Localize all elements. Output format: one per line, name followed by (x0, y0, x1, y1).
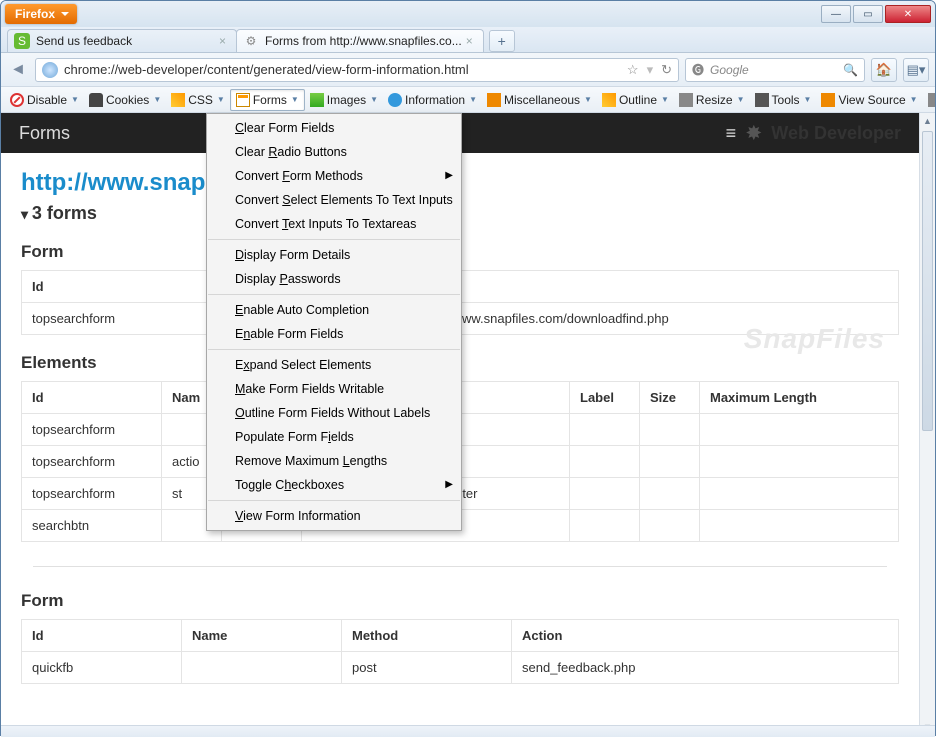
wd-css[interactable]: CSS▼ (166, 89, 230, 111)
col-name: Name (182, 620, 342, 652)
col-label: Label (570, 382, 640, 414)
navigation-bar: ◄ chrome://web-developer/content/generat… (1, 53, 935, 87)
disable-icon (10, 93, 24, 107)
window-status-bar (1, 725, 935, 736)
divider (33, 566, 887, 567)
search-box[interactable]: 🅖 Google 🔍 (685, 58, 865, 82)
menu-display-form-details[interactable]: Display Form Details (207, 243, 461, 267)
firefox-menu-button[interactable]: Firefox (5, 4, 77, 24)
web-developer-toolbar: Disable▼ Cookies▼ CSS▼ Forms▼ Images▼ In… (1, 87, 935, 113)
menu-remove-maximum-lengths[interactable]: Remove Maximum Lengths (207, 449, 461, 473)
wd-options[interactable]: Options▼ (923, 89, 936, 111)
menu-separator (208, 500, 460, 501)
form2-table: Id Name Method Action quickfb post send_… (21, 619, 899, 684)
site-identity-icon (42, 62, 58, 78)
gear-icon[interactable]: ✸ (746, 123, 761, 144)
info-icon (388, 93, 402, 107)
col-action: Action (512, 620, 899, 652)
col-id: Id (22, 382, 162, 414)
forms-dropdown-menu: Clear Form Fields Clear Radio Buttons Co… (206, 113, 462, 531)
wd-disable[interactable]: Disable▼ (5, 89, 84, 111)
menu-convert-form-methods[interactable]: Convert Form Methods▶ (207, 164, 461, 188)
favicon-icon: ⚙ (243, 33, 259, 49)
tab-close-icon[interactable]: × (462, 34, 477, 48)
wd-tools[interactable]: Tools▼ (750, 89, 817, 111)
resize-icon (679, 93, 693, 107)
col-id: Id (22, 620, 182, 652)
page-header-title: Forms (19, 123, 70, 144)
css-icon (171, 93, 185, 107)
menu-clear-radio-buttons[interactable]: Clear Radio Buttons (207, 140, 461, 164)
url-text: chrome://web-developer/content/generated… (64, 62, 469, 77)
menu-view-form-information[interactable]: View Form Information (207, 504, 461, 528)
source-icon (821, 93, 835, 107)
tab-forms-info[interactable]: ⚙ Forms from http://www.snapfiles.co... … (236, 29, 484, 52)
tab-bar: S Send us feedback × ⚙ Forms from http:/… (1, 27, 935, 53)
wd-images[interactable]: Images▼ (305, 89, 383, 111)
page-header-brand: Web Developer (771, 123, 901, 144)
tab-feedback[interactable]: S Send us feedback × (7, 29, 237, 52)
maximize-button[interactable]: ▭ (853, 5, 883, 23)
menu-convert-text-to-textarea[interactable]: Convert Text Inputs To Textareas (207, 212, 461, 236)
wd-miscellaneous[interactable]: Miscellaneous▼ (482, 89, 597, 111)
scroll-up-icon[interactable]: ▲ (920, 113, 935, 129)
cookies-icon (89, 93, 103, 107)
vertical-scrollbar[interactable]: ▲ ▼ (919, 113, 935, 735)
tab-close-icon[interactable]: × (215, 34, 230, 48)
menu-convert-select-to-text[interactable]: Convert Select Elements To Text Inputs (207, 188, 461, 212)
menu-toggle-checkboxes[interactable]: Toggle Checkboxes▶ (207, 473, 461, 497)
menu-enable-form-fields[interactable]: Enable Form Fields (207, 322, 461, 346)
menu-populate-form-fields[interactable]: Populate Form Fields (207, 425, 461, 449)
wd-cookies[interactable]: Cookies▼ (84, 89, 166, 111)
minimize-button[interactable]: — (821, 5, 851, 23)
wd-view-source[interactable]: View Source▼ (816, 89, 922, 111)
tab-label: Forms from http://www.snapfiles.co... (265, 34, 462, 48)
close-button[interactable]: ✕ (885, 5, 931, 23)
forms-icon (236, 93, 250, 107)
google-icon: 🅖 (692, 61, 704, 78)
outline-icon (602, 93, 616, 107)
back-button[interactable]: ◄ (7, 61, 29, 79)
menu-enable-auto-completion[interactable]: Enable Auto Completion (207, 298, 461, 322)
table-row: quickfb post send_feedback.php (22, 652, 899, 684)
menu-expand-select-elements[interactable]: Expand Select Elements (207, 353, 461, 377)
menu-separator (208, 349, 460, 350)
bookmark-star-icon[interactable]: ☆ (627, 62, 639, 78)
wd-outline[interactable]: Outline▼ (597, 89, 674, 111)
home-button[interactable]: 🏠 (871, 58, 897, 82)
address-bar[interactable]: chrome://web-developer/content/generated… (35, 58, 679, 82)
wd-forms[interactable]: Forms▼ (230, 89, 305, 111)
window-titlebar: Firefox — ▭ ✕ (1, 1, 935, 27)
section-form: Form (21, 591, 899, 611)
col-size: Size (640, 382, 700, 414)
options-icon (928, 93, 936, 107)
reload-button[interactable]: ↻ (661, 62, 672, 78)
search-placeholder: Google (710, 63, 749, 77)
scrollbar-thumb[interactable] (922, 131, 933, 431)
bookmarks-menu-button[interactable]: ▤▾ (903, 58, 929, 82)
wd-resize[interactable]: Resize▼ (674, 89, 750, 111)
menu-outline-fields-without-labels[interactable]: Outline Form Fields Without Labels (207, 401, 461, 425)
col-maxlen: Maximum Length (700, 382, 899, 414)
menu-display-passwords[interactable]: Display Passwords (207, 267, 461, 291)
new-tab-button[interactable]: + (489, 30, 515, 52)
tools-icon (755, 93, 769, 107)
menu-separator (208, 239, 460, 240)
menu-clear-form-fields[interactable]: Clear Form Fields (207, 116, 461, 140)
search-go-icon[interactable]: 🔍 (843, 63, 858, 77)
menu-make-fields-writable[interactable]: Make Form Fields Writable (207, 377, 461, 401)
hamburger-icon[interactable]: ≡ (726, 123, 737, 144)
images-icon (310, 93, 324, 107)
favicon-icon: S (14, 33, 30, 49)
misc-icon (487, 93, 501, 107)
menu-separator (208, 294, 460, 295)
col-method: Method (342, 620, 512, 652)
wd-information[interactable]: Information▼ (383, 89, 482, 111)
tab-label: Send us feedback (36, 34, 132, 48)
